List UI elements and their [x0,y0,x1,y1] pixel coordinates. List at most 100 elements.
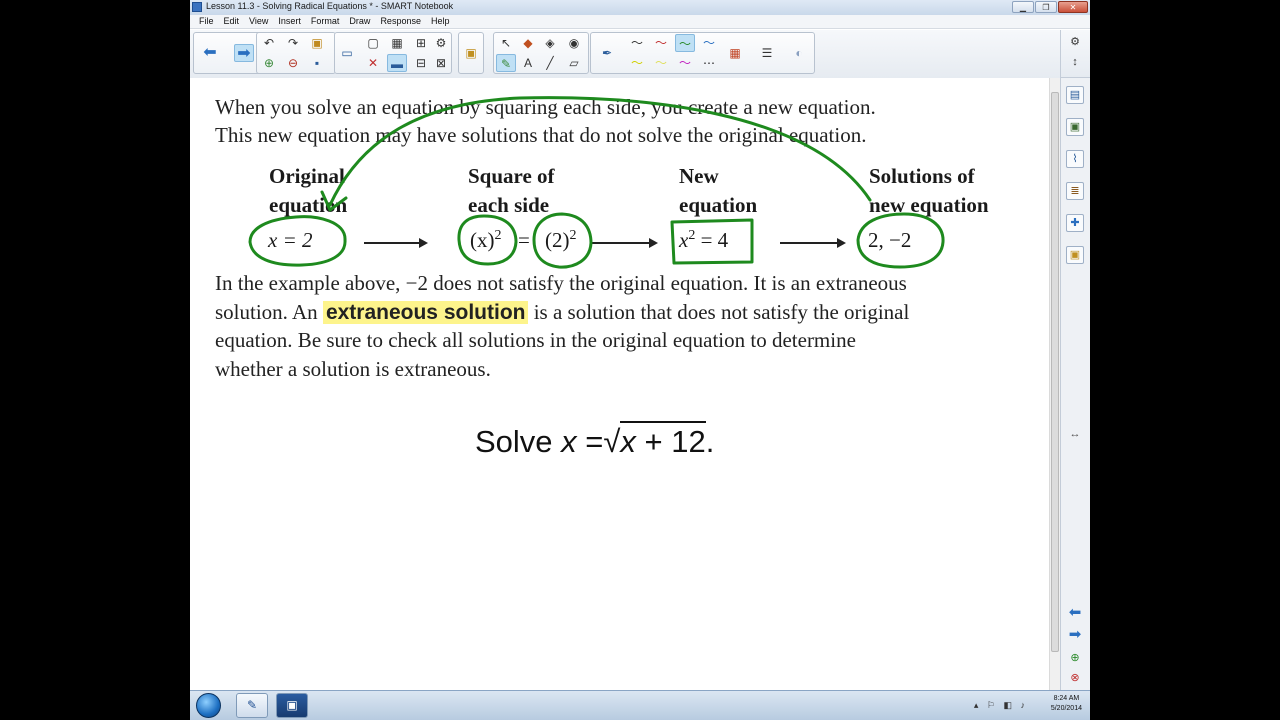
close-button[interactable]: ✕ [1058,1,1088,13]
next-page-side-icon[interactable]: ➡ [1066,626,1084,644]
explain-line-4: whether a solution is extraneous. [215,357,491,381]
display-screen-icon[interactable]: ▭ [337,44,357,62]
navigation-group: ⬅ ➡ [193,32,265,74]
attachments-paperclip-icon[interactable]: ⌇ [1066,150,1084,168]
add-ons-icon[interactable]: ✚ [1066,214,1084,232]
save-icon[interactable]: ▪ [307,54,327,72]
pen-highlight-icon[interactable]: 〜 [651,54,671,72]
redo-icon[interactable]: ↷ [283,34,303,52]
view-group: ▭ ▢ ▦ ⊞ ⚙ ✕ ▬ ⊟ ⊠ [334,32,452,74]
lab-tools-icon[interactable]: ▣ [1066,246,1084,264]
scrollbar-thumb[interactable] [1051,92,1059,652]
tools-group: ↖ ◆ ◈ ◉ ✎ A ╱ ▱ [493,32,589,74]
move-toolbar-icon[interactable]: ↕ [1066,54,1084,72]
previous-page-side-icon[interactable]: ⬅ [1066,604,1084,622]
solve-problem: Solve x =√x + 12. [475,421,714,460]
pen-green-icon[interactable]: 〜 [675,34,695,52]
system-tray-icons[interactable]: ▴ ⚐ ◧ ♪ [974,700,1028,711]
pen-dashed-icon[interactable]: ⋯ [699,54,719,72]
screen-capture-icon[interactable]: ▦ [387,34,407,52]
menu-edit[interactable]: Edit [219,15,245,28]
clock[interactable]: 8:24 AM 5/20/2014 [1051,694,1082,714]
add-page-side-icon[interactable]: ⊕ [1066,650,1084,668]
arrow-3 [780,238,846,248]
minimize-button[interactable]: ▁ [1012,1,1034,13]
square-equals: = [518,228,530,252]
pen-blue-icon[interactable]: 〜 [699,34,719,52]
solutions-expression: 2, −2 [868,228,912,252]
next-page-icon[interactable]: ➡ [234,44,254,62]
pen-yellow-icon[interactable]: 〜 [627,54,647,72]
gallery-tab-icon[interactable]: ▣ [1066,118,1084,136]
explain-line-2: solution. An extraneous solution is a so… [215,300,910,324]
delete-page-icon[interactable]: ⊖ [283,54,303,72]
eraser-icon[interactable]: ▱ [564,54,584,72]
heading-solutions-1: Solutions of [869,164,975,188]
menu-file[interactable]: File [194,15,219,28]
main-toolbar: ⬅ ➡ ↶ ↷ ▣ ⊕ ⊖ ▪ ▭ ▢ ▦ ⊞ ⚙ ✕ ▬ ⊟ ⊠ ▣ ↖ ◆ [190,30,1090,79]
arrow-1 [364,238,428,248]
menu-bar: File Edit View Insert Format Draw Respon… [190,15,1090,29]
menu-format[interactable]: Format [306,15,345,28]
explain-line-1: In the example above, −2 does not satisf… [215,271,907,295]
title-bar: Lesson 11.3 - Solving Radical Equations … [190,0,1090,16]
pen-red-icon[interactable]: 〜 [651,34,671,52]
delete-page-side-icon[interactable]: ⊗ [1066,670,1084,688]
customize-gear-icon[interactable]: ⚙ [1066,34,1084,52]
select-arrow-icon[interactable]: ↖ [496,34,516,52]
pen-black-icon[interactable]: 〜 [627,34,647,52]
menu-response[interactable]: Response [375,15,426,28]
intro-line-1: When you solve an equation by squaring e… [215,95,876,119]
text-tool-icon[interactable]: A [518,54,538,72]
shapes-icon[interactable]: ◆ [518,34,538,52]
smart-board-taskbar-icon[interactable]: ▣ [276,693,308,718]
arrow-2 [592,238,658,248]
vertical-scrollbar[interactable] [1049,78,1060,690]
menu-insert[interactable]: Insert [273,15,306,28]
pen-properties-icon[interactable]: ✒ [597,44,617,62]
screen-shade-icon[interactable]: ▬ [387,54,407,72]
clock-time: 8:24 AM [1053,695,1080,702]
start-button[interactable] [196,693,221,718]
clock-date: 5/20/2014 [1050,705,1082,712]
square-right: (2)2 [545,228,577,252]
pen-magenta-icon[interactable]: 〜 [675,54,695,72]
resize-arrows-icon[interactable]: ↔ [1066,426,1084,444]
original-equation: x = 2 [268,228,313,252]
menu-draw[interactable]: Draw [344,15,375,28]
square-left: (x)2 [470,228,502,252]
gallery-icon[interactable]: ▣ [461,44,481,62]
undo-icon[interactable]: ↶ [259,34,279,52]
heading-solutions-2: new equation [869,193,989,217]
explain-line-3: equation. Be sure to check all solutions… [215,328,856,352]
properties-icon[interactable]: ⚙ [431,34,451,52]
line-style-icon[interactable]: ☰ [757,44,777,62]
table-tool-icon[interactable]: ⊞ [411,34,431,52]
add-page-icon[interactable]: ⊕ [259,54,279,72]
transparency-icon[interactable]: ◐ [789,44,809,62]
page-sorter-icon[interactable]: ▤ [1066,86,1084,104]
menu-help[interactable]: Help [426,15,455,28]
close-shade-icon[interactable]: ⊠ [431,54,451,72]
fill-icon[interactable]: ◉ [564,34,584,52]
side-tabs: ▤ ▣ ⌇ ≣ ✚ ▣ ↔ ⬅ ➡ ⊕ ⊗ [1060,78,1090,690]
heading-square-2: each side [468,193,550,217]
menu-view[interactable]: View [244,15,273,28]
radical-sign: √ [603,424,621,459]
properties-tab-icon[interactable]: ≣ [1066,182,1084,200]
open-file-icon[interactable]: ▣ [307,34,327,52]
notebook-taskbar-icon[interactable]: ✎ [236,693,268,718]
pens-icon[interactable]: ✎ [496,54,516,72]
window-title: Lesson 11.3 - Solving Radical Equations … [206,1,454,11]
color-palette-icon[interactable]: ▦ [725,44,745,62]
table-icon[interactable]: ⊟ [411,54,431,72]
previous-page-icon[interactable]: ⬅ [200,44,220,62]
line-tool-icon[interactable]: ╱ [540,54,560,72]
heading-square-1: Square of [468,164,555,188]
restore-button[interactable]: ❐ [1035,1,1057,13]
delete-icon[interactable]: ✕ [363,54,383,72]
paste-icon[interactable]: ▢ [363,34,383,52]
windows-taskbar: ✎ ▣ ▴ ⚐ ◧ ♪ 8:24 AM 5/20/2014 [190,690,1090,720]
eraser-shape-icon[interactable]: ◈ [540,34,560,52]
gallery-group: ▣ [458,32,484,74]
